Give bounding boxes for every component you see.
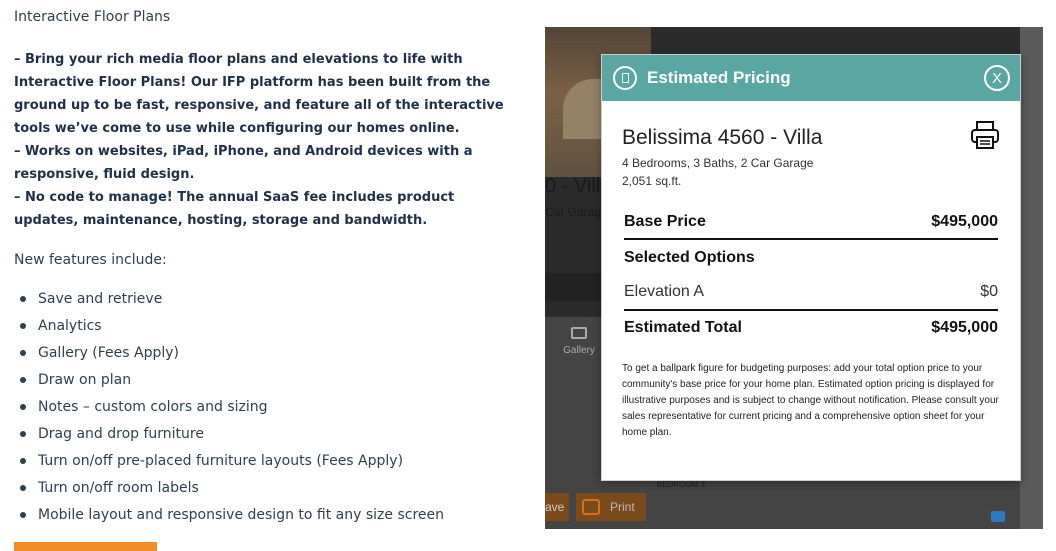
base-price-value: $495,000 <box>931 213 998 230</box>
estimated-total-row: Estimated Total $495,000 <box>624 319 998 337</box>
estimated-pricing-modal: Estimated Pricing X Belissima 4560 - Vil… <box>601 54 1021 481</box>
cta-button[interactable] <box>14 542 157 551</box>
bullet-icon <box>20 484 26 491</box>
list-item: Save and retrieve <box>20 285 444 312</box>
selected-options-label: Selected Options <box>624 249 755 266</box>
list-item: Turn on/off room labels <box>20 474 444 501</box>
feature-label: Turn on/off room labels <box>38 479 199 496</box>
option-name: Elevation A <box>624 283 705 300</box>
modal-header: Estimated Pricing X <box>602 55 1020 101</box>
total-value: $495,000 <box>931 319 998 336</box>
bullet-icon <box>20 457 26 464</box>
base-price-label: Base Price <box>624 213 706 230</box>
feature-label: Turn on/off pre-placed furniture layouts… <box>38 452 404 469</box>
close-button[interactable]: X <box>984 65 1010 91</box>
feature-label: Mobile layout and responsive design to f… <box>38 506 444 523</box>
feature-list: Save and retrieve Analytics Gallery (Fee… <box>20 285 444 528</box>
print-button[interactable]: Print <box>576 493 646 521</box>
feature-label: Save and retrieve <box>38 290 163 307</box>
document-icon <box>613 66 637 90</box>
feature-label: Notes – custom colors and sizing <box>38 398 268 415</box>
list-item: Turn on/off pre-placed furniture layouts… <box>20 447 444 474</box>
features-heading: New features include: <box>14 252 167 268</box>
plan-sqft: 2,051 sq.ft. <box>622 174 682 188</box>
camera-icon[interactable] <box>991 511 1005 522</box>
total-label: Estimated Total <box>624 319 742 336</box>
feature-label: Draw on plan <box>38 371 132 388</box>
option-price: $0 <box>980 283 998 300</box>
list-item: Notes – custom colors and sizing <box>20 393 444 420</box>
option-row: Elevation A $0 <box>624 283 998 311</box>
base-price-row: Base Price $495,000 <box>624 212 998 240</box>
list-item: Drag and drop furniture <box>20 420 444 447</box>
plan-sub-fragment: Car Garag <box>545 205 602 219</box>
bullet-icon <box>20 403 26 410</box>
page-title: Interactive Floor Plans <box>14 9 171 25</box>
gallery-button[interactable]: Gallery <box>559 327 599 356</box>
list-item: Mobile layout and responsive design to f… <box>20 501 444 528</box>
plan-preview <box>1020 27 1043 529</box>
plan-name: Belissima 4560 - Villa <box>622 126 823 149</box>
bullet-icon <box>20 295 26 302</box>
toolbar <box>545 273 601 301</box>
plan-specs: 4 Bedrooms, 3 Baths, 2 Car Garage <box>622 156 814 170</box>
intro-text: – Bring your rich media floor plans and … <box>14 48 514 232</box>
bullet-icon <box>20 376 26 383</box>
gallery-label: Gallery <box>563 345 595 356</box>
printer-icon <box>582 499 600 515</box>
list-item: Gallery (Fees Apply) <box>20 339 444 366</box>
gallery-icon <box>571 327 587 339</box>
intro-paragraph: – Bring your rich media floor plans and … <box>14 52 504 136</box>
feature-label: Drag and drop furniture <box>38 425 204 442</box>
bullet-icon <box>20 511 26 518</box>
list-item: Draw on plan <box>20 366 444 393</box>
save-button[interactable]: ave <box>545 493 569 521</box>
bullet-icon <box>20 430 26 437</box>
selected-options-heading: Selected Options <box>624 249 998 267</box>
feature-label: Gallery (Fees Apply) <box>38 344 180 361</box>
modal-title: Estimated Pricing <box>647 68 791 87</box>
pricing-disclaimer: To get a ballpark figure for budgeting p… <box>622 363 999 438</box>
document-glyph <box>621 73 629 83</box>
bullet-icon <box>20 322 26 329</box>
room-label: BEDROOM 3 <box>657 480 706 489</box>
printer-icon[interactable] <box>969 119 1001 151</box>
bullet-icon <box>20 349 26 356</box>
intro-paragraph: – Works on websites, iPad, iPhone, and A… <box>14 144 473 182</box>
print-label: Print <box>610 500 635 514</box>
intro-paragraph: – No code to manage! The annual SaaS fee… <box>14 190 455 228</box>
feature-label: Analytics <box>38 317 102 334</box>
list-item: Analytics <box>20 312 444 339</box>
